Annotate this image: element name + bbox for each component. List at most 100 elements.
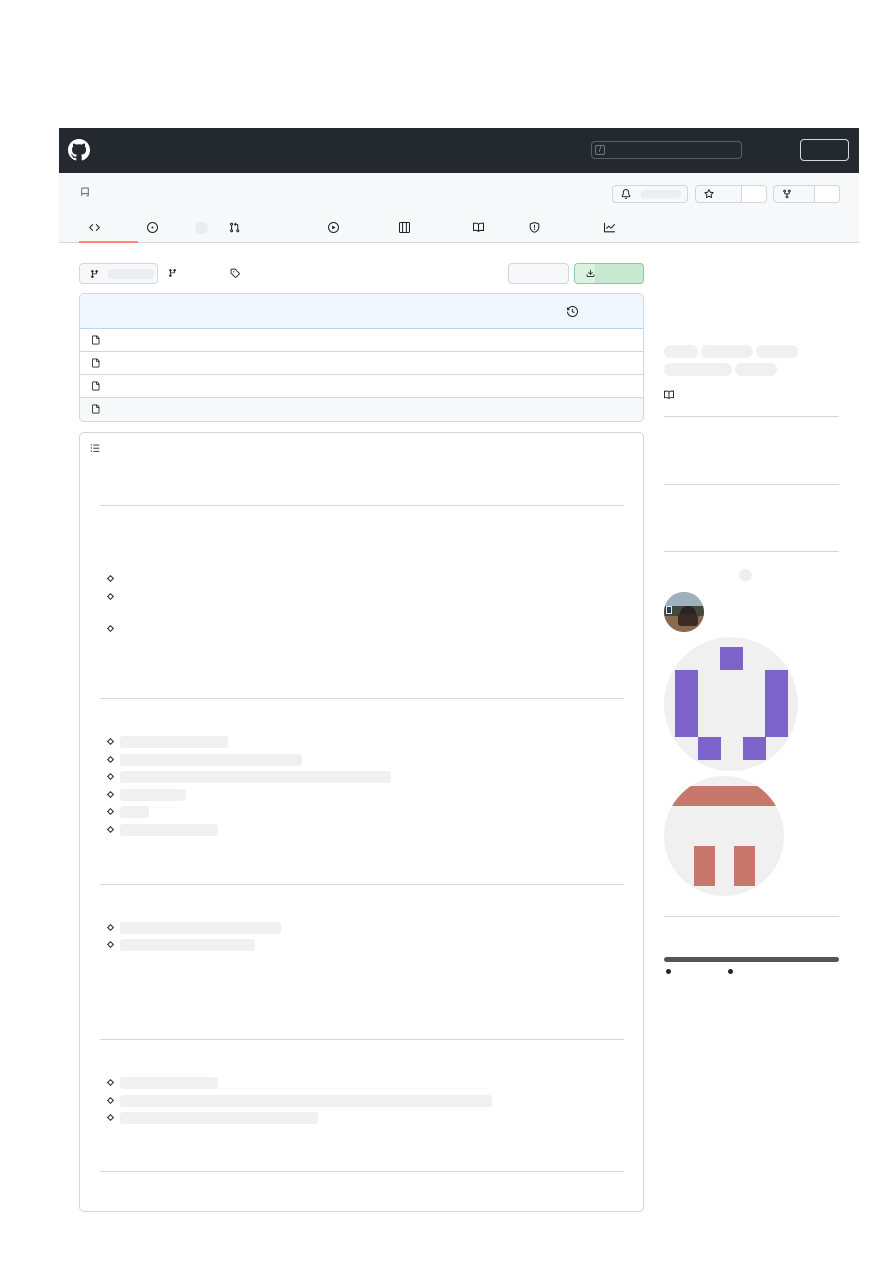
tab-issues[interactable] xyxy=(147,217,217,243)
identicon-image xyxy=(675,647,788,760)
language-bar xyxy=(664,957,839,962)
topic-tag[interactable] xyxy=(664,363,732,376)
search-shortcut-key: / xyxy=(595,145,605,155)
topic-tag[interactable] xyxy=(664,345,698,358)
list-item[interactable] xyxy=(120,789,186,801)
list-bullet xyxy=(106,1096,115,1105)
star-count xyxy=(741,186,766,202)
list-bullet xyxy=(106,940,115,949)
fork-icon xyxy=(783,189,791,199)
star-icon xyxy=(704,189,714,199)
fork-count xyxy=(814,186,839,202)
tab-actions[interactable] xyxy=(328,217,388,243)
section-divider xyxy=(100,1171,624,1172)
list-item[interactable] xyxy=(120,754,302,766)
file-icon xyxy=(92,381,100,391)
go-to-file-button[interactable] xyxy=(508,263,569,284)
section-divider xyxy=(100,698,624,699)
list-item[interactable] xyxy=(120,806,149,818)
list-bullet xyxy=(106,825,115,834)
file-icon xyxy=(92,335,100,345)
sidebar-divider xyxy=(664,916,839,917)
notifications-button[interactable] xyxy=(612,185,688,203)
repo-icon xyxy=(81,187,89,197)
list-bullet xyxy=(106,923,115,932)
tab-code[interactable] xyxy=(79,217,138,243)
list-bullet xyxy=(106,737,115,746)
sidebar-divider xyxy=(664,551,839,552)
branch-select-button[interactable] xyxy=(79,263,158,284)
list-bullet xyxy=(106,790,115,799)
fork-button[interactable] xyxy=(773,185,840,203)
tab-pull-requests[interactable] xyxy=(229,217,319,243)
graph-icon xyxy=(604,222,615,233)
topic-tag[interactable] xyxy=(701,345,753,358)
section-divider xyxy=(100,505,624,506)
list-item[interactable] xyxy=(120,939,255,951)
branches-link-icon[interactable] xyxy=(168,268,177,278)
branch-name xyxy=(108,269,154,279)
tag-icon[interactable] xyxy=(230,268,240,278)
avatar[interactable] xyxy=(664,592,704,632)
identicon-image xyxy=(664,786,784,886)
list-item[interactable] xyxy=(120,922,281,934)
list-bullet xyxy=(106,574,115,583)
list-item[interactable] xyxy=(120,1095,492,1107)
file-browser xyxy=(79,293,644,422)
list-item[interactable] xyxy=(120,824,218,836)
page: / xyxy=(0,0,893,1263)
list-bullet xyxy=(106,807,115,816)
file-row[interactable] xyxy=(80,352,643,375)
history-icon[interactable] xyxy=(567,306,578,317)
tab-insights[interactable] xyxy=(604,217,664,243)
global-header: / xyxy=(59,128,859,173)
tab-projects[interactable] xyxy=(399,217,459,243)
file-icon xyxy=(92,358,100,368)
git-pull-request-icon xyxy=(230,222,240,233)
bell-icon xyxy=(621,189,631,199)
avatar[interactable] xyxy=(664,776,784,896)
book-icon[interactable] xyxy=(664,390,674,400)
list-bullet xyxy=(106,1078,115,1087)
avatar[interactable] xyxy=(664,637,798,771)
code-download-button[interactable] xyxy=(574,263,644,284)
file-row[interactable] xyxy=(80,398,643,421)
topic-tag[interactable] xyxy=(756,345,798,358)
list-item[interactable] xyxy=(120,736,228,748)
github-mark-icon[interactable] xyxy=(68,139,90,161)
repo-header xyxy=(59,173,859,243)
tab-wiki[interactable] xyxy=(473,217,523,243)
list-bullet xyxy=(106,755,115,764)
file-row[interactable] xyxy=(80,375,643,398)
list-item[interactable] xyxy=(120,771,391,783)
table-icon xyxy=(399,222,410,233)
tab-security[interactable] xyxy=(529,217,589,243)
sidebar-divider xyxy=(664,416,839,417)
list-bullet xyxy=(106,1113,115,1122)
issue-opened-icon xyxy=(147,222,158,233)
section-divider xyxy=(100,884,624,885)
code-icon xyxy=(89,224,100,231)
latest-commit-bar xyxy=(80,294,643,329)
readme-panel xyxy=(79,432,644,1212)
file-row[interactable] xyxy=(80,329,643,352)
shield-icon xyxy=(529,222,540,233)
list-item[interactable] xyxy=(120,1112,318,1124)
search-input[interactable]: / xyxy=(591,141,742,159)
sign-up-button[interactable] xyxy=(800,139,849,161)
language-dot xyxy=(666,969,671,974)
download-icon xyxy=(586,269,595,277)
list-item[interactable] xyxy=(120,1077,218,1089)
language-dot xyxy=(728,969,733,974)
list-bullet xyxy=(106,772,115,781)
topic-tag[interactable] xyxy=(735,363,777,376)
avatar-photo xyxy=(664,592,704,632)
list-unordered-icon[interactable] xyxy=(90,443,100,453)
issues-count xyxy=(195,222,208,234)
book-icon xyxy=(473,222,484,232)
contributors-count xyxy=(739,569,752,581)
sidebar-divider xyxy=(664,484,839,485)
list-bullet xyxy=(106,624,115,633)
list-bullet xyxy=(106,592,115,601)
star-button[interactable] xyxy=(695,185,767,203)
